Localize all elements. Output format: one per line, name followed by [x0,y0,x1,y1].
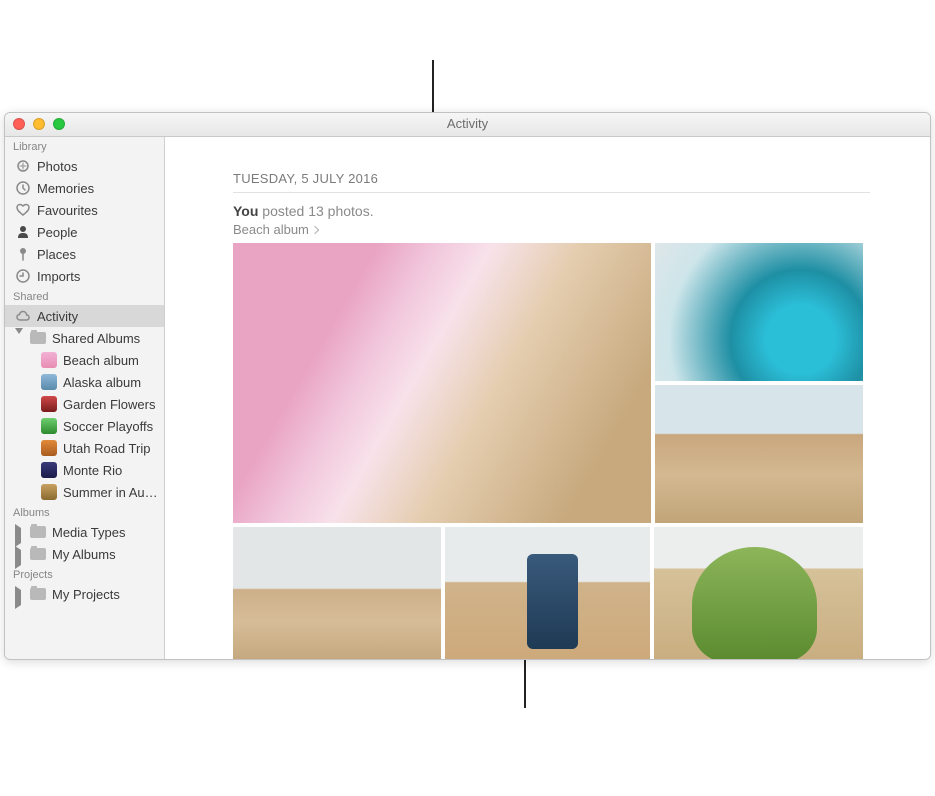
activity-view: TUESDAY, 5 JULY 2016 You posted 13 photo… [165,137,930,659]
sidebar-album-soccer[interactable]: Soccer Playoffs [5,415,164,437]
sidebar-album-alaska[interactable]: Alaska album [5,371,164,393]
sidebar-item-label: Memories [37,181,158,196]
clock-arrow-icon [15,268,31,284]
album-thumb-icon [41,374,57,390]
section-header-projects: Projects [5,565,164,583]
sidebar-item-label: Soccer Playoffs [63,419,158,434]
close-button[interactable] [13,118,25,130]
disclosure-triangle-icon[interactable] [15,550,24,559]
disclosure-triangle-icon[interactable] [15,528,24,537]
clock-icon [15,180,31,196]
folder-icon [30,524,46,540]
sidebar-album-beach[interactable]: Beach album [5,349,164,371]
sidebar-item-people[interactable]: People [5,221,164,243]
photo-thumbnail[interactable] [655,385,863,523]
folder-icon [30,586,46,602]
activity-summary: You posted 13 photos. [233,203,870,219]
window-controls [13,118,65,130]
sidebar-item-label: My Albums [52,547,158,562]
sidebar-album-monte-rio[interactable]: Monte Rio [5,459,164,481]
zoom-button[interactable] [53,118,65,130]
album-link-label: Beach album [233,222,309,237]
activity-date-heading: TUESDAY, 5 JULY 2016 [233,171,870,193]
photos-app-window: Activity Library Photos Memories [4,112,931,660]
folder-icon [30,330,46,346]
sidebar-item-label: Shared Albums [52,331,158,346]
sidebar-item-label: Media Types [52,525,158,540]
sidebar-album-utah[interactable]: Utah Road Trip [5,437,164,459]
disclosure-triangle-icon[interactable] [15,334,24,343]
sidebar-item-imports[interactable]: Imports [5,265,164,287]
window-title: Activity [447,116,488,131]
heart-icon [15,202,31,218]
pin-icon [15,246,31,262]
section-header-library: Library [5,137,164,155]
activity-album-link[interactable]: Beach album [233,222,318,237]
album-thumb-icon [41,418,57,434]
photo-thumbnail[interactable] [655,243,863,381]
folder-icon [30,546,46,562]
sidebar-item-label: My Projects [52,587,158,602]
photos-icon [15,158,31,174]
sidebar-item-my-projects[interactable]: My Projects [5,583,164,605]
album-thumb-icon [41,462,57,478]
disclosure-triangle-icon[interactable] [15,590,24,599]
chevron-right-icon [311,225,319,233]
sidebar-item-label: Favourites [37,203,158,218]
album-thumb-icon [41,396,57,412]
sidebar-item-label: Garden Flowers [63,397,158,412]
person-icon [15,224,31,240]
photo-thumbnail[interactable] [654,527,863,659]
album-thumb-icon [41,352,57,368]
sidebar-item-label: Beach album [63,353,158,368]
activity-actor: You [233,203,258,219]
sidebar-item-favourites[interactable]: Favourites [5,199,164,221]
section-header-albums: Albums [5,503,164,521]
sidebar-item-label: Photos [37,159,158,174]
sidebar: Library Photos Memories [5,137,165,659]
sidebar-item-my-albums[interactable]: My Albums [5,543,164,565]
photo-thumbnail[interactable] [233,243,651,523]
cloud-icon [15,308,31,324]
activity-action-text: posted 13 photos. [258,203,373,219]
minimize-button[interactable] [33,118,45,130]
titlebar: Activity [5,113,930,137]
sidebar-item-memories[interactable]: Memories [5,177,164,199]
sidebar-item-activity[interactable]: Activity [5,305,164,327]
sidebar-item-label: Monte Rio [63,463,158,478]
section-header-shared: Shared [5,287,164,305]
sidebar-item-label: Summer in Aus… [63,485,158,500]
sidebar-item-label: Imports [37,269,158,284]
sidebar-item-places[interactable]: Places [5,243,164,265]
album-thumb-icon [41,440,57,456]
sidebar-album-summer[interactable]: Summer in Aus… [5,481,164,503]
photo-thumbnail[interactable] [445,527,650,659]
album-thumb-icon [41,484,57,500]
sidebar-item-label: Places [37,247,158,262]
photo-thumbnail[interactable] [233,527,441,659]
sidebar-item-media-types[interactable]: Media Types [5,521,164,543]
sidebar-item-label: Activity [37,309,158,324]
sidebar-item-shared-albums[interactable]: Shared Albums [5,327,164,349]
sidebar-item-label: Utah Road Trip [63,441,158,456]
sidebar-item-label: People [37,225,158,240]
sidebar-album-garden[interactable]: Garden Flowers [5,393,164,415]
photo-grid [233,243,863,659]
sidebar-item-photos[interactable]: Photos [5,155,164,177]
sidebar-item-label: Alaska album [63,375,158,390]
